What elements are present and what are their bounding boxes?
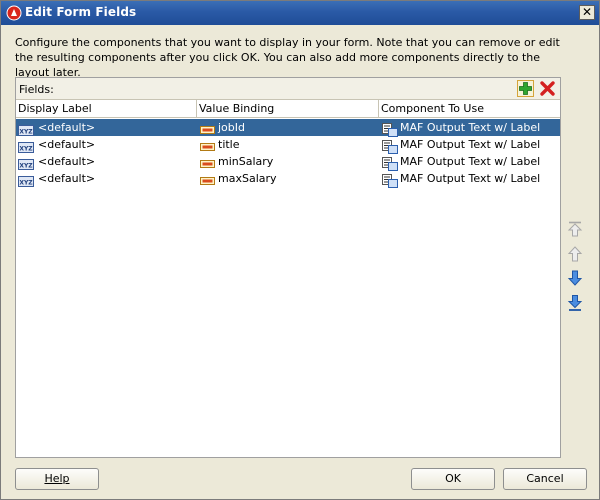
display-label-text: <default> [38,121,96,134]
display-label-text: <default> [38,155,96,168]
svg-text:XYZ: XYZ [19,163,33,170]
display-label-text: <default> [38,138,96,151]
column-header-component[interactable]: Component To Use [379,100,560,118]
column-header-value-binding[interactable]: Value Binding [197,100,379,118]
value-binding-cell: title [200,136,379,153]
display-label-cell: XYZ <default> [18,136,197,153]
display-label-cell: XYZ <default> [18,153,197,170]
dialog-description: Configure the components that you want t… [15,36,560,79]
table-header: Display Label Value Binding Component To… [16,100,560,118]
close-button[interactable]: ✕ [579,5,595,20]
title-bar[interactable]: Edit Form Fields ✕ [1,1,599,25]
fields-toolbar: Fields: [16,78,560,100]
component-cell[interactable]: MAF Output Text w/ Label [382,170,560,188]
dialog-title: Edit Form Fields [25,5,137,19]
value-binding-text: minSalary [218,155,274,168]
column-header-display-label[interactable]: Display Label [16,100,197,118]
component-cell[interactable]: MAF Output Text w/ Label [382,153,560,171]
value-binding-text: maxSalary [218,172,277,185]
value-binding-cell: jobId [200,119,379,136]
value-binding-cell: maxSalary [200,170,379,187]
move-down-icon[interactable] [566,269,584,287]
help-button-label: Help [44,472,70,485]
move-to-top-icon[interactable] [566,220,584,238]
table-row[interactable]: XYZ <default> minSalary MAF Output Text w/ … [16,153,560,171]
help-button[interactable]: Help [15,468,99,490]
move-to-bottom-icon[interactable] [566,294,584,312]
fields-label: Fields: [19,83,54,96]
svg-text:XYZ: XYZ [19,129,33,136]
table-row[interactable]: XYZ <default> maxSalary MAF Output Text w/ … [16,170,560,188]
table-row[interactable]: XYZ <default> jobId MAF Output Text w/ Labe… [16,119,560,137]
delete-field-icon[interactable] [539,80,556,97]
svg-text:XYZ: XYZ [19,146,33,153]
display-label-text: <default> [38,172,96,185]
component-text: MAF Output Text w/ Label [400,121,541,134]
value-binding-text: title [218,138,240,151]
oracle-app-icon [6,5,22,21]
display-label-cell: XYZ <default> [18,170,197,187]
value-binding-text: jobId [218,121,245,134]
component-cell[interactable]: MAF Output Text w/ Label [382,119,560,137]
svg-text:XYZ: XYZ [19,180,33,187]
value-binding-cell: minSalary [200,153,379,170]
table-row[interactable]: XYZ <default> title MAF Output Text w/ Labe… [16,136,560,154]
component-text: MAF Output Text w/ Label [400,138,541,151]
component-cell[interactable]: MAF Output Text w/ Label [382,136,560,154]
add-field-icon[interactable] [517,80,534,97]
edit-form-fields-dialog: Edit Form Fields ✕ Configure the compone… [0,0,600,500]
fields-panel: Fields: Display Label Value Binding Comp… [15,77,561,458]
component-text: MAF Output Text w/ Label [400,172,541,185]
move-up-icon[interactable] [566,245,584,263]
ok-button[interactable]: OK [411,468,495,490]
cancel-button[interactable]: Cancel [503,468,587,490]
component-text: MAF Output Text w/ Label [400,155,541,168]
display-label-cell: XYZ <default> [18,119,197,136]
